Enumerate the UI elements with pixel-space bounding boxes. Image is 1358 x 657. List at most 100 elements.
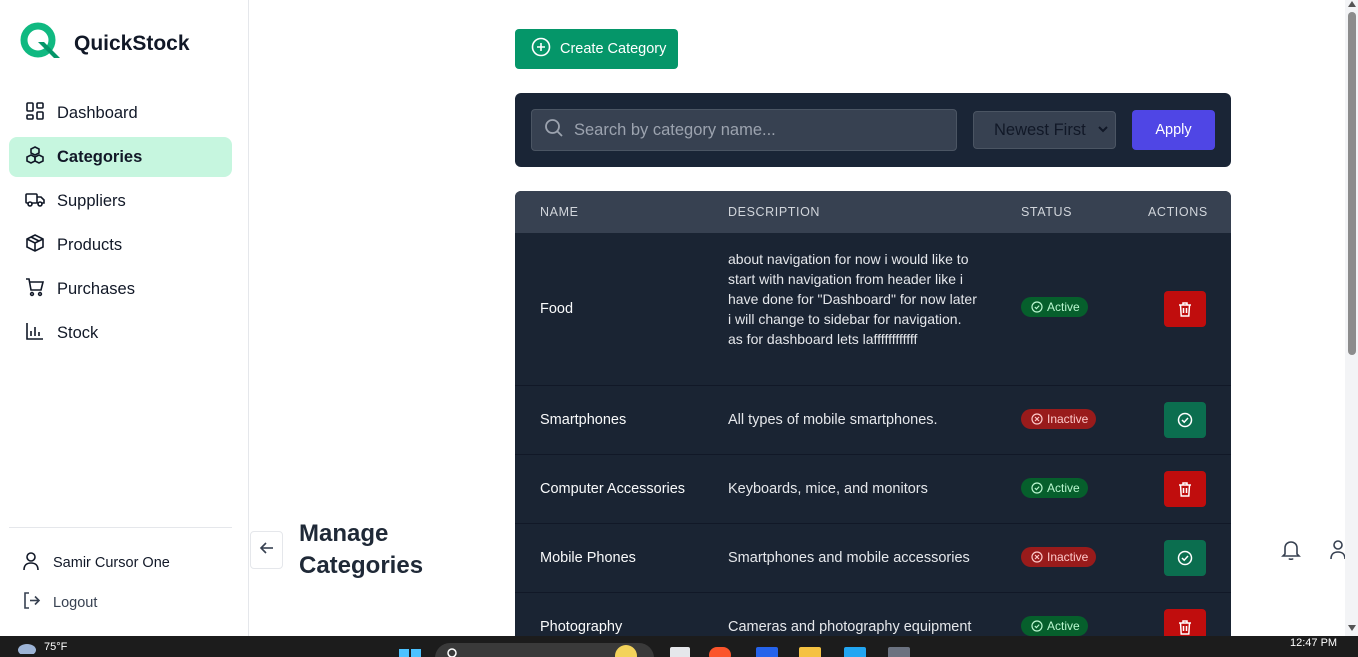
sidebar-item-label: Dashboard [57, 103, 138, 122]
file-explorer-taskbar-icon[interactable] [670, 647, 690, 657]
back-button[interactable] [250, 531, 283, 569]
column-header-description: DESCRIPTION [728, 205, 821, 219]
x-circle-icon [1031, 551, 1043, 563]
activate-button[interactable] [1164, 540, 1206, 576]
activate-button[interactable] [1164, 402, 1206, 438]
brand-name: QuickStock [74, 31, 190, 55]
cloud-icon [18, 644, 36, 654]
vscode-taskbar-icon[interactable] [844, 647, 866, 657]
chevron-down-icon [1097, 121, 1109, 140]
category-name: Smartphones [540, 412, 627, 428]
arrow-left-icon [259, 540, 275, 561]
column-header-name: NAME [540, 205, 579, 219]
status-text: Active [1047, 619, 1080, 633]
trash-icon [1179, 481, 1191, 497]
table-header: NAME DESCRIPTION STATUS ACTIONS [515, 191, 1231, 233]
create-category-label: Create Category [560, 41, 667, 57]
search-icon [544, 118, 564, 143]
app-taskbar-icon[interactable] [756, 647, 778, 657]
filter-bar: Newest First Apply [515, 93, 1231, 167]
check-circle-icon [1031, 620, 1043, 632]
sidebar-item-suppliers[interactable]: Suppliers [9, 181, 232, 221]
column-header-status: STATUS [1021, 205, 1073, 219]
status-text: Active [1047, 481, 1080, 495]
sidebar-divider [9, 527, 232, 528]
delete-button[interactable] [1164, 291, 1206, 327]
sidebar-item-label: Suppliers [57, 191, 126, 210]
page-title: Manage Categories [299, 520, 424, 579]
create-category-button[interactable]: Create Category [515, 29, 678, 69]
delete-button[interactable] [1164, 609, 1206, 636]
dashboard-grid-icon [25, 101, 45, 126]
logout-button[interactable]: Logout [22, 591, 97, 614]
logout-icon [22, 591, 41, 614]
category-description: Smartphones and mobile accessories [728, 550, 970, 566]
table-row: Computer Accessories Keyboards, mice, an… [515, 455, 1231, 524]
cart-icon [25, 277, 45, 302]
category-description: Keyboards, mice, and monitors [728, 481, 928, 497]
category-name: Photography [540, 619, 623, 635]
brave-browser-taskbar-icon[interactable] [709, 647, 731, 657]
bell-icon[interactable] [1281, 539, 1301, 566]
category-description: All types of mobile smartphones. [728, 412, 938, 428]
windows-start-icon[interactable] [399, 648, 421, 657]
scroll-up-arrow[interactable] [1348, 1, 1356, 7]
sidebar-item-label: Categories [57, 147, 143, 166]
package-icon [25, 233, 45, 258]
category-name: Computer Accessories [540, 481, 686, 497]
x-circle-icon [1031, 413, 1043, 425]
search-highlight-icon [615, 645, 637, 657]
sidebar-item-products[interactable]: Products [9, 225, 232, 265]
table-row: Food about navigation for now i would li… [515, 233, 1231, 386]
folder-taskbar-icon[interactable] [799, 647, 821, 657]
search-input[interactable] [574, 120, 944, 140]
categories-boxes-icon [25, 145, 45, 170]
search-box[interactable] [531, 109, 957, 151]
trash-icon [1179, 301, 1191, 317]
sidebar: QuickStock Dashboard Categories Supplier… [0, 0, 249, 636]
category-name: Mobile Phones [540, 550, 636, 566]
apply-button[interactable]: Apply [1132, 110, 1215, 150]
user-icon [22, 551, 40, 575]
clock: 12:47 PM [1290, 637, 1338, 649]
sort-selected-value: Newest First [994, 120, 1086, 139]
weather-widget[interactable]: 75°F [16, 640, 67, 654]
status-text: Inactive [1047, 412, 1089, 426]
status-badge: Active [1021, 297, 1088, 317]
status-badge: Inactive [1021, 409, 1097, 429]
sidebar-item-label: Stock [57, 323, 99, 342]
sort-select[interactable]: Newest First [973, 111, 1116, 149]
scrollbar[interactable] [1345, 0, 1358, 636]
sidebar-item-dashboard[interactable]: Dashboard [9, 93, 232, 133]
column-header-actions: ACTIONS [1148, 205, 1208, 219]
category-name: Food [540, 301, 574, 317]
brand[interactable]: QuickStock [20, 22, 190, 65]
terminal-taskbar-icon[interactable] [888, 647, 910, 657]
sidebar-nav: Dashboard Categories Suppliers Products … [9, 93, 232, 357]
check-circle-icon [1031, 301, 1043, 313]
categories-table: NAME DESCRIPTION STATUS ACTIONS Food abo… [515, 191, 1231, 636]
plus-circle-icon [531, 37, 551, 61]
taskbar-search[interactable] [435, 643, 654, 657]
user-name: Samir Cursor One [53, 555, 170, 571]
status-badge: Active [1021, 616, 1088, 636]
taskbar: 75°F 12:47 PM [0, 636, 1358, 657]
category-description: about navigation for now i would like to… [728, 251, 977, 347]
scroll-thumb[interactable] [1348, 12, 1356, 355]
sidebar-user[interactable]: Samir Cursor One [22, 551, 170, 575]
sidebar-item-purchases[interactable]: Purchases [9, 269, 232, 309]
check-circle-icon [1177, 550, 1193, 566]
scroll-down-arrow[interactable] [1348, 625, 1356, 631]
sidebar-item-label: Products [57, 235, 123, 254]
table-row: Mobile Phones Smartphones and mobile acc… [515, 524, 1231, 593]
search-icon [447, 648, 457, 657]
delete-button[interactable] [1164, 471, 1206, 507]
sidebar-item-categories[interactable]: Categories [9, 137, 232, 177]
sidebar-item-stock[interactable]: Stock [9, 313, 232, 353]
status-text: Active [1047, 300, 1080, 314]
bar-chart-icon [25, 321, 45, 346]
logout-label: Logout [53, 594, 98, 611]
category-description: Cameras and photography equipment [728, 619, 972, 635]
table-row: Photography Cameras and photography equi… [515, 593, 1231, 636]
temperature: 75°F [44, 641, 68, 653]
